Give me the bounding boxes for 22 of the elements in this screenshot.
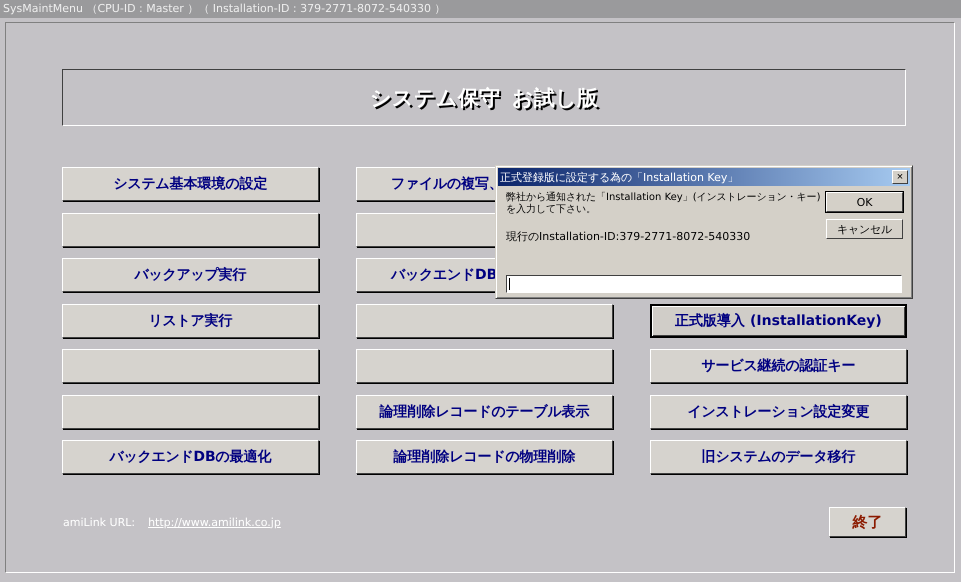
close-button[interactable]: ×: [892, 170, 908, 184]
exit-button[interactable]: 終了: [829, 507, 906, 537]
blank-button[interactable]: [62, 349, 319, 383]
window-title: SysMaintMenu （CPU-ID : Master ）（ Installation-ID : 379-2771-8072-540330 ）: [0, 0, 961, 18]
menu-button[interactable]: 論理削除レコードのテーブル表示: [356, 394, 613, 428]
menu-button[interactable]: インストレーション設定変更: [650, 394, 907, 428]
menu-button[interactable]: 論理削除レコードの物理削除: [356, 440, 613, 474]
menu-button[interactable]: リストア実行: [62, 304, 319, 338]
menu-button[interactable]: バックアップ実行: [62, 258, 319, 292]
dialog-button[interactable]: キャンセル: [826, 219, 903, 239]
blank-button[interactable]: [356, 349, 613, 383]
menu-button[interactable]: システム基本環境の設定: [62, 167, 319, 201]
heading-title: システム保守: [370, 84, 500, 112]
url-label: amiLink URL:: [63, 516, 136, 528]
menu-button[interactable]: サービス継続の認証キー: [650, 349, 907, 383]
key-input-field[interactable]: [506, 275, 902, 293]
dialog-button[interactable]: OK: [826, 192, 903, 212]
heading-subtitle: お試し版: [512, 84, 598, 112]
current-id-text: 現行のInstallation-ID:379-2771-8072-540330: [506, 229, 752, 244]
menu-button[interactable]: 旧システムのデータ移行: [650, 440, 907, 474]
menu-button[interactable]: バックエンドDBの最適化: [62, 440, 319, 474]
menu-button[interactable]: 正式版導入 (InstallationKey): [650, 304, 907, 338]
